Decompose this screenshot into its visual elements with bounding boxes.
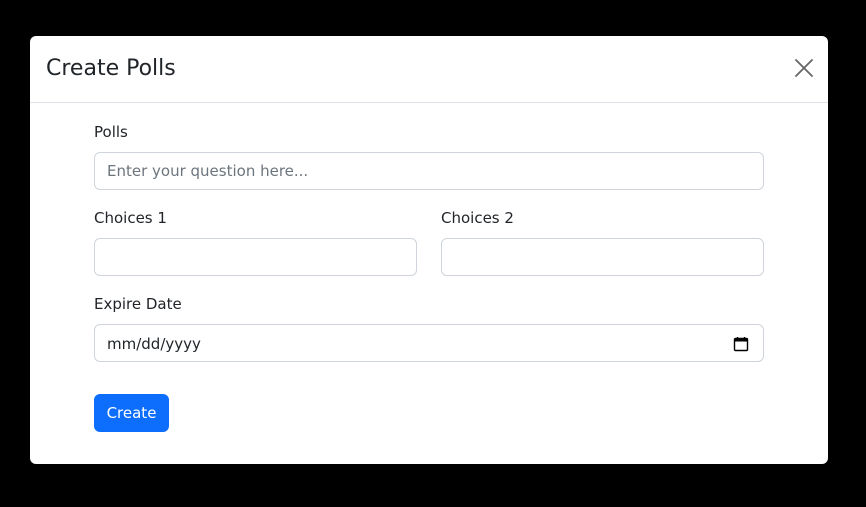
choice-1-label: Choices 1 <box>94 209 167 227</box>
expire-date-input[interactable]: mm/dd/yyyy <box>94 324 764 362</box>
modal-header: Create Polls <box>30 36 828 103</box>
calendar-icon[interactable] <box>733 336 749 352</box>
create-button[interactable]: Create <box>94 394 169 432</box>
choice-1-input[interactable] <box>94 238 417 276</box>
choice-2-input[interactable] <box>441 238 764 276</box>
expire-date-value: mm/dd/yyyy <box>107 335 201 353</box>
choice-2-label: Choices 2 <box>441 209 514 227</box>
expire-date-label: Expire Date <box>94 295 182 313</box>
create-polls-modal: Create Polls Polls Choices 1 Choices 2 E… <box>30 36 828 464</box>
modal-title: Create Polls <box>46 56 176 81</box>
close-icon <box>795 59 813 77</box>
close-button[interactable] <box>794 58 814 78</box>
polls-label: Polls <box>94 123 128 141</box>
polls-question-input[interactable] <box>94 152 764 190</box>
